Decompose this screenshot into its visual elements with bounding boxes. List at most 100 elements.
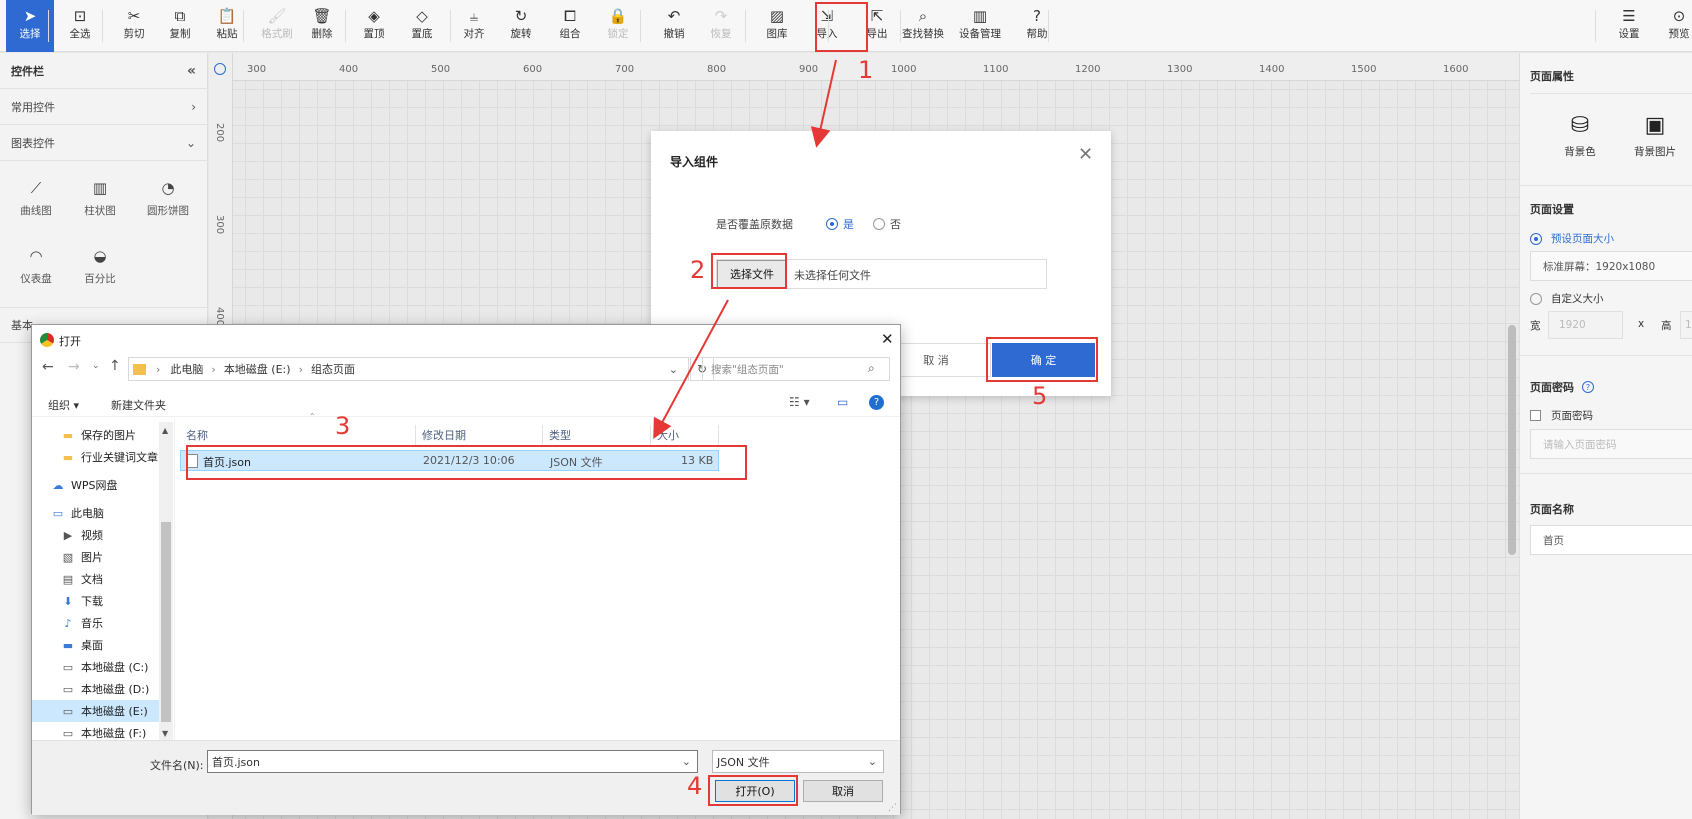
chrome-icon (40, 333, 54, 347)
recent-locations-icon[interactable]: ⌄ (92, 361, 100, 371)
scroll-thumb[interactable] (161, 522, 171, 722)
nav-item[interactable]: ▤ 文档 (32, 568, 172, 590)
computer-icon: ▭ (52, 506, 64, 520)
file-name: 首页.json (203, 456, 251, 469)
overwrite-yes-radio[interactable]: 是 (826, 216, 854, 232)
new-folder-button[interactable]: 新建文件夹 (111, 397, 166, 413)
drive-icon: ▭ (62, 682, 74, 696)
drive-icon: ▭ (62, 660, 74, 674)
nav-item[interactable]: ▭ 此电脑 (32, 502, 172, 524)
col-header-name[interactable]: 名称 (180, 425, 416, 445)
filetype-select[interactable]: JSON 文件 ⌄ (712, 750, 884, 773)
col-header-type[interactable]: 类型 (543, 425, 651, 445)
nav-item[interactable]: ▭ 本地磁盘 (E:) (32, 700, 159, 722)
filetype-value: JSON 文件 (717, 755, 770, 769)
organize-button[interactable]: 组织 ▾ (48, 397, 79, 413)
nav-item[interactable]: ▬ 行业关键词文章 (32, 446, 172, 468)
search-input[interactable]: 搜索"组态页面" (702, 357, 890, 381)
nav-item[interactable]: ▭ 本地磁盘 (C:) (32, 656, 172, 678)
radio-yes-label: 是 (843, 218, 854, 231)
filename-value: 首页.json (212, 755, 260, 769)
nav-item-label: 本地磁盘 (F:) (81, 727, 147, 740)
nav-item[interactable]: ▬ 保存的图片 (32, 424, 172, 446)
folder-icon: ▬ (62, 450, 74, 464)
folder-icon (133, 363, 146, 375)
breadcrumb-sep-icon: › (298, 362, 303, 376)
choose-file-button[interactable]: 选择文件 (717, 260, 787, 288)
preview-pane-icon[interactable]: ▭ (837, 395, 848, 409)
nav-item[interactable]: ♪ 音乐 (32, 612, 172, 634)
nav-item[interactable]: ▧ 图片 (32, 546, 172, 568)
annotation-number: 4 (687, 772, 703, 800)
file-cancel-button[interactable]: 取消 (803, 780, 883, 802)
nav-item-label: 本地磁盘 (D:) (81, 683, 150, 696)
chevron-down-icon[interactable]: ⌄ (669, 363, 678, 376)
forward-icon[interactable]: → (68, 359, 80, 375)
annotation-number: 2 (690, 256, 706, 284)
radio-checked-icon (826, 218, 838, 230)
file-dialog-title: 打开 (59, 335, 81, 348)
breadcrumb-this-pc[interactable]: 此电脑 (170, 361, 203, 377)
nav-item-label: 文档 (81, 573, 103, 586)
music-icon: ♪ (64, 616, 72, 630)
up-icon[interactable]: ↑ (109, 358, 121, 374)
nav-item[interactable]: ▬ 桌面 (32, 634, 172, 656)
nav-item-label: WPS网盘 (71, 479, 118, 492)
close-icon[interactable]: ✕ (1078, 144, 1093, 165)
file-open-dialog: 打开 ✕ ← → ⌄ ↑ › 此电脑 › 本地磁盘 (E:) › 组态页面 ⌄ … (31, 324, 901, 815)
drive-icon: ▭ (62, 704, 74, 718)
desktop-icon: ▬ (62, 638, 74, 652)
breadcrumb-sep-icon: › (156, 362, 161, 376)
close-icon[interactable]: ✕ (881, 330, 894, 348)
annotation-number: 3 (335, 412, 351, 440)
nav-item[interactable]: ☁ WPS网盘 (32, 474, 172, 496)
open-button[interactable]: 打开(O) (715, 780, 795, 802)
search-icon[interactable]: ⌕ (868, 361, 875, 376)
import-dialog-title: 导入组件 (670, 155, 719, 169)
scroll-down-icon[interactable]: ▼ (162, 729, 168, 738)
nav-item-label: 保存的图片 (81, 429, 136, 442)
nav-item-label: 下载 (81, 595, 103, 608)
sort-asc-icon: ⌃ (309, 412, 316, 421)
filename-label: 文件名(N): (150, 759, 204, 772)
resize-grip-icon[interactable]: ⋰ (888, 803, 897, 813)
file-date: 2021/12/3 10:06 (423, 454, 515, 467)
col-header-date[interactable]: 修改日期 (416, 425, 543, 445)
nav-item[interactable]: ▶ 视频 (32, 524, 172, 546)
file-row[interactable]: 首页.json 2021/12/3 10:06 JSON 文件 13 KB (180, 450, 719, 471)
chevron-down-icon: ⌄ (867, 755, 877, 768)
file-type: JSON 文件 (550, 456, 603, 469)
radio-unchecked-icon (873, 218, 885, 230)
nav-item-label: 行业关键词文章 (81, 451, 158, 464)
import-confirm-button[interactable]: 确 定 (992, 343, 1095, 377)
nav-item-label: 音乐 (81, 617, 103, 630)
breadcrumb-sep-icon: › (211, 362, 216, 376)
nav-item-label: 视频 (81, 529, 103, 542)
folder-icon: ▬ (62, 428, 74, 442)
filename-input[interactable]: 首页.json ⌄ (207, 750, 698, 773)
radio-no-label: 否 (890, 218, 901, 231)
video-icon: ▶ (63, 528, 73, 542)
chevron-down-icon[interactable]: ⌄ (682, 755, 691, 768)
overwrite-no-radio[interactable]: 否 (873, 216, 901, 232)
nav-scrollbar[interactable]: ▲ ▼ (159, 422, 173, 740)
help-icon[interactable]: ? (869, 395, 884, 410)
documents-icon: ▤ (62, 572, 74, 586)
breadcrumb-drive-e[interactable]: 本地磁盘 (E:) (224, 361, 291, 377)
address-bar[interactable]: › 此电脑 › 本地磁盘 (E:) › 组态页面 ⌄ (128, 357, 689, 381)
breadcrumb-folder[interactable]: 组态页面 (311, 361, 355, 377)
navigation-pane: ▬ 保存的图片 ▬ 行业关键词文章 ☁ WPS网盘 ▭ 此电脑 ▶ 视频 ▧ 图片 ▤ 文档 ⬇ 下载 ♪ 音乐 ▬… (32, 420, 174, 740)
nav-item-label: 此电脑 (71, 507, 104, 520)
nav-item[interactable]: ⬇ 下载 (32, 590, 172, 612)
view-options-icon[interactable]: ☷ ▾ (789, 395, 810, 409)
col-header-size[interactable]: 大小 (651, 425, 719, 445)
back-icon[interactable]: ← (42, 359, 54, 375)
file-size: 13 KB (681, 454, 714, 467)
scroll-up-icon[interactable]: ▲ (162, 426, 168, 435)
nav-item-label: 本地磁盘 (E:) (81, 705, 148, 718)
nav-item-label: 本地磁盘 (C:) (81, 661, 149, 674)
nav-item[interactable]: ▭ 本地磁盘 (F:) (32, 722, 172, 741)
file-icon (187, 454, 198, 468)
download-icon: ⬇ (63, 594, 73, 608)
nav-item[interactable]: ▭ 本地磁盘 (D:) (32, 678, 172, 700)
